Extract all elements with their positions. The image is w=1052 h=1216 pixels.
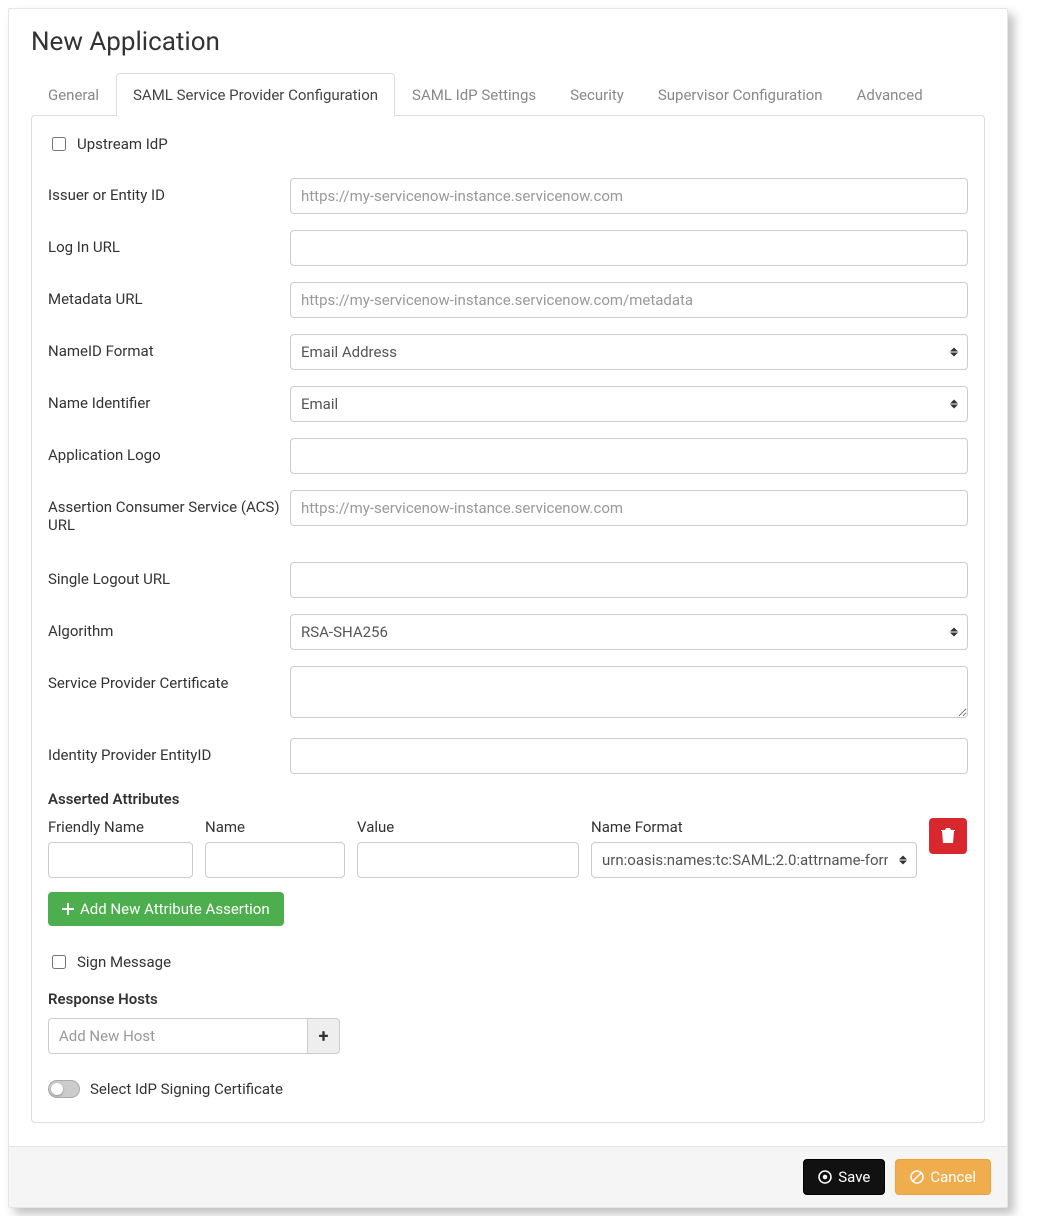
- acs-url-label: Assertion Consumer Service (ACS) URL: [48, 490, 290, 534]
- response-hosts-heading: Response Hosts: [48, 990, 968, 1008]
- tab-security[interactable]: Security: [553, 73, 641, 117]
- asserted-attributes-table: Friendly Name Name Value Name Format urn…: [48, 818, 968, 878]
- login-url-input[interactable]: [290, 230, 968, 266]
- tab-supervisor-config[interactable]: Supervisor Configuration: [641, 73, 840, 117]
- tab-saml-idp-settings[interactable]: SAML IdP Settings: [395, 73, 553, 117]
- add-host-button[interactable]: +: [308, 1018, 340, 1054]
- attr-value-input[interactable]: [357, 842, 579, 878]
- toggle-knob: [51, 1083, 63, 1095]
- tabs: General SAML Service Provider Configurat…: [9, 73, 1007, 116]
- app-logo-label: Application Logo: [48, 438, 290, 464]
- add-attribute-label: Add New Attribute Assertion: [80, 900, 270, 918]
- metadata-url-label: Metadata URL: [48, 282, 290, 308]
- nameid-format-select[interactable]: Email Address: [290, 334, 968, 370]
- panel: New Application General SAML Service Pro…: [8, 8, 1008, 1208]
- tab-advanced[interactable]: Advanced: [840, 73, 940, 117]
- metadata-url-input[interactable]: [290, 282, 968, 318]
- upstream-idp-checkbox[interactable]: [52, 137, 66, 151]
- sign-message-label[interactable]: Sign Message: [77, 953, 171, 971]
- app-logo-input[interactable]: [290, 438, 968, 474]
- idp-entityid-input[interactable]: [290, 738, 968, 774]
- plus-icon: [62, 903, 74, 915]
- attr-col-friendly-label: Friendly Name: [48, 818, 193, 836]
- sign-message-checkbox[interactable]: [52, 955, 66, 969]
- footer: Save Cancel: [9, 1146, 1007, 1207]
- attr-col-format-label: Name Format: [591, 818, 917, 836]
- attr-col-value-label: Value: [357, 818, 579, 836]
- name-identifier-select[interactable]: Email: [290, 386, 968, 422]
- tab-general[interactable]: General: [31, 73, 116, 117]
- attr-name-input[interactable]: [205, 842, 345, 878]
- slo-url-label: Single Logout URL: [48, 562, 290, 588]
- upstream-idp-label[interactable]: Upstream IdP: [77, 135, 168, 153]
- select-signing-cert-toggle[interactable]: [48, 1080, 80, 1098]
- algorithm-label: Algorithm: [48, 614, 290, 640]
- save-icon: [818, 1170, 832, 1184]
- delete-attribute-button[interactable]: [929, 818, 967, 854]
- idp-entityid-label: Identity Provider EntityID: [48, 738, 290, 764]
- attr-col-name-label: Name: [205, 818, 345, 836]
- issuer-label: Issuer or Entity ID: [48, 178, 290, 204]
- nameid-format-label: NameID Format: [48, 334, 290, 360]
- trash-icon: [941, 828, 955, 844]
- cancel-button[interactable]: Cancel: [895, 1159, 991, 1195]
- asserted-attributes-heading: Asserted Attributes: [48, 790, 968, 808]
- name-identifier-label: Name Identifier: [48, 386, 290, 412]
- attr-friendly-input[interactable]: [48, 842, 193, 878]
- cancel-label: Cancel: [930, 1168, 976, 1186]
- plus-icon: +: [319, 1026, 329, 1047]
- save-button[interactable]: Save: [803, 1159, 885, 1195]
- algorithm-select[interactable]: RSA-SHA256: [290, 614, 968, 650]
- page-title: New Application: [31, 27, 985, 57]
- sp-cert-textarea[interactable]: [290, 666, 968, 718]
- slo-url-input[interactable]: [290, 562, 968, 598]
- panel-header: New Application: [9, 9, 1007, 67]
- tab-content: Upstream IdP Issuer or Entity ID Log In …: [31, 115, 985, 1123]
- add-host-input[interactable]: [48, 1018, 308, 1054]
- cancel-icon: [910, 1170, 924, 1184]
- add-attribute-button[interactable]: Add New Attribute Assertion: [48, 892, 284, 926]
- save-label: Save: [838, 1168, 870, 1186]
- issuer-input[interactable]: [290, 178, 968, 214]
- attr-format-select[interactable]: urn:oasis:names:tc:SAML:2.0:attrname-for…: [591, 842, 917, 878]
- select-signing-cert-label: Select IdP Signing Certificate: [90, 1080, 283, 1098]
- acs-url-input[interactable]: [290, 490, 968, 526]
- tab-saml-sp-config[interactable]: SAML Service Provider Configuration: [116, 73, 395, 117]
- login-url-label: Log In URL: [48, 230, 290, 256]
- sp-cert-label: Service Provider Certificate: [48, 666, 290, 692]
